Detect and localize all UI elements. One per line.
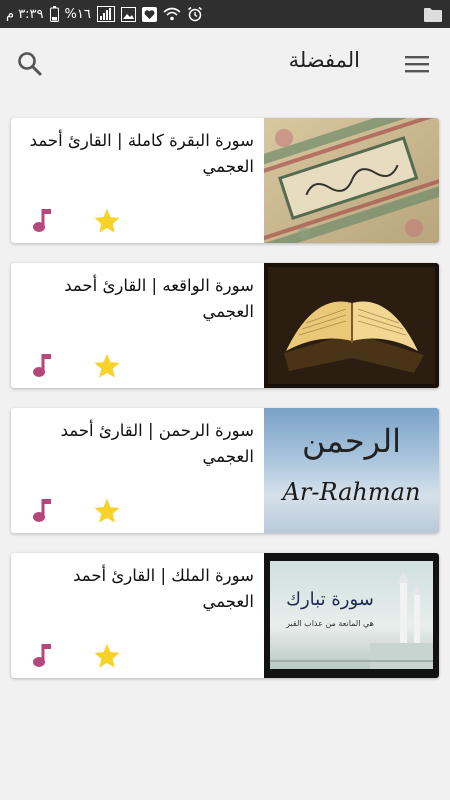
card-thumbnail: الرحمن Ar-Rahman (264, 408, 439, 533)
card-thumbnail (264, 118, 439, 243)
image-notification-icon (120, 6, 136, 22)
signal-icon (96, 6, 115, 22)
music-note-icon (33, 354, 51, 377)
play-audio-button[interactable] (29, 642, 57, 670)
card-title: سورة البقرة كاملة | القارئ أحمد العجمي (29, 131, 254, 176)
favorite-star-button[interactable] (91, 205, 123, 237)
star-icon (94, 353, 120, 378)
card-title: سورة الرحمن | القارئ أحمد العجمي (60, 421, 254, 466)
favorite-star-button[interactable] (91, 640, 123, 672)
music-note-icon (33, 499, 51, 522)
play-audio-button[interactable] (29, 497, 57, 525)
folder-icon (424, 7, 442, 22)
hamburger-menu-icon (405, 56, 429, 73)
music-note-icon (33, 644, 51, 667)
status-bar: ٣:٣٩ م %١٦ (0, 0, 450, 28)
app-bar: المفضلة (0, 28, 450, 100)
page-title: المفضلة (288, 48, 360, 72)
star-icon (94, 208, 120, 233)
thumbnail-frame: سورة تبارك هي المانعة من عذاب القبر (270, 561, 433, 669)
music-note-icon (33, 209, 51, 232)
thumbnail-arabic-text: سورة تبارك (286, 589, 374, 610)
favorite-star-button[interactable] (91, 495, 123, 527)
status-right (424, 4, 442, 24)
battery-icon (49, 6, 59, 22)
search-icon (18, 52, 42, 76)
wifi-icon (163, 7, 181, 21)
card-thumbnail (264, 263, 439, 388)
menu-button[interactable] (402, 50, 432, 78)
thumbnail-arabic-text: الرحمن (302, 422, 401, 460)
favorite-card[interactable]: سورة تبارك هي المانعة من عذاب القبر سورة… (11, 553, 439, 678)
favorite-card[interactable]: الرحمن Ar-Rahman سورة الرحمن | القارئ أح… (11, 408, 439, 533)
star-icon (94, 643, 120, 668)
card-title: سورة الواقعه | القارئ أحمد العجمي (64, 276, 254, 321)
status-left: ٣:٣٩ م %١٦ (6, 4, 203, 24)
favorite-card[interactable]: سورة البقرة كاملة | القارئ أحمد العجمي (11, 118, 439, 243)
star-icon (94, 498, 120, 523)
search-button[interactable] (14, 48, 46, 80)
play-audio-button[interactable] (29, 207, 57, 235)
card-thumbnail: سورة تبارك هي المانعة من عذاب القبر (264, 553, 439, 678)
favorite-star-button[interactable] (91, 350, 123, 382)
thumbnail-latin-text: Ar-Rahman (282, 478, 421, 506)
card-title: سورة الملك | القارئ أحمد العجمي (73, 566, 254, 611)
thumbnail-subtitle: هي المانعة من عذاب القبر (286, 619, 374, 628)
battery-percent: %١٦ (64, 6, 91, 22)
alarm-icon (187, 6, 203, 22)
play-audio-button[interactable] (29, 352, 57, 380)
favorite-notification-icon (141, 6, 157, 22)
status-time: ٣:٣٩ م (6, 6, 44, 22)
favorite-card[interactable]: سورة الواقعه | القارئ أحمد العجمي (11, 263, 439, 388)
